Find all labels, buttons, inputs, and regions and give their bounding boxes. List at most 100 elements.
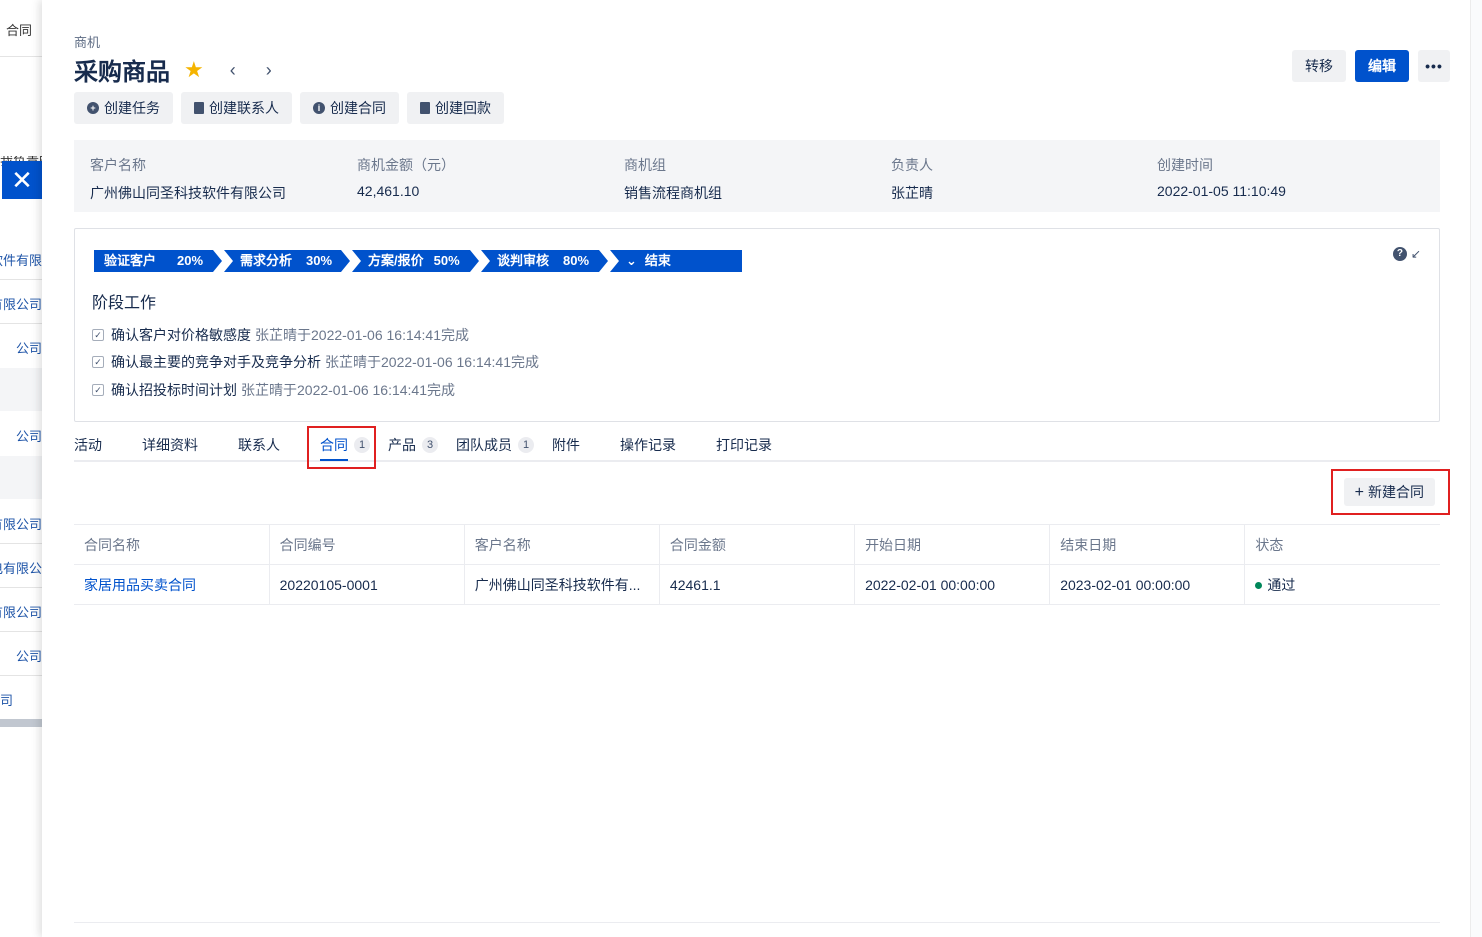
create-task-label: 创建任务 (104, 100, 160, 116)
task-meta: 张芷晴于2022-01-06 16:14:41完成 (255, 327, 469, 343)
background-row[interactable]: 电有限公 (0, 558, 42, 577)
tab-label: 详细资料 (142, 437, 198, 453)
stage-step[interactable]: 谈判审核 80% (481, 250, 608, 272)
star-icon[interactable]: ★ (184, 57, 204, 83)
column-header[interactable]: 状态 (1244, 524, 1440, 565)
summary-label: 创建时间 (1157, 157, 1213, 173)
tab-contacts[interactable]: 联系人 (238, 435, 280, 455)
quick-actions: + 创建任务 创建联系人 i 创建合同 创建回款 (74, 92, 512, 124)
contract-name-link[interactable]: 家居用品买卖合同 (74, 564, 270, 605)
status-badge: 通过 (1267, 576, 1296, 593)
background-row[interactable]: 公司 (16, 338, 42, 357)
summary-created: 创建时间 2022-01-05 11:10:49 (1157, 155, 1286, 199)
collapse-icon[interactable]: ↙ (1411, 247, 1421, 261)
tab-label: 产品 (388, 437, 416, 453)
customer-name: 广州佛山同圣科技软件有... (464, 564, 660, 605)
background-row[interactable]: 有限公司 (0, 602, 42, 621)
stage-step[interactable]: ⌄ 结束 (610, 250, 742, 272)
chevron-right-icon[interactable]: › (258, 59, 280, 81)
tab-count-badge: 1 (518, 437, 534, 453)
stage-step[interactable]: 需求分析 30% (224, 250, 350, 272)
column-header[interactable]: 合同名称 (74, 524, 270, 565)
title-row: 采购商品 ★ ‹ › (74, 52, 280, 87)
contract-name[interactable]: 家居用品买卖合同 (84, 577, 196, 593)
background-row-empty (0, 368, 42, 411)
tab-activity[interactable]: 活动 (74, 435, 102, 455)
background-row[interactable]: 公司 (16, 426, 42, 445)
highlight-box (307, 426, 376, 469)
divider (0, 543, 42, 544)
edit-button[interactable]: 编辑 (1355, 50, 1409, 82)
task-checkbox[interactable]: ✓ (92, 356, 104, 368)
background-page: 合同 我负责的 ✕ 软件有限 有限公司 公司 公司 有限公司 电有限公 有限公司… (0, 0, 42, 937)
table-row[interactable]: 家居用品买卖合同 20220105-0001 广州佛山同圣科技软件有... 42… (74, 564, 1440, 605)
tab-attachments[interactable]: 附件 (552, 435, 580, 455)
background-row[interactable]: 有限公司 (0, 514, 42, 533)
column-header[interactable]: 结束日期 (1049, 524, 1246, 565)
create-payment-button[interactable]: 创建回款 (407, 92, 504, 124)
stage-name: 谈判审核 (497, 253, 550, 268)
background-row[interactable]: 有限公司 (0, 294, 42, 313)
stage-percent: 50% (433, 253, 460, 268)
task-meta: 张芷晴于2022-01-06 16:14:41完成 (241, 382, 455, 398)
tab-print-log[interactable]: 打印记录 (716, 435, 772, 455)
tab-count-badge: 3 (422, 437, 438, 453)
create-payment-label: 创建回款 (435, 100, 491, 116)
contract-amount: 42461.1 (659, 564, 856, 605)
column-header[interactable]: 客户名称 (464, 524, 660, 565)
tab-products[interactable]: 产品 3 (388, 435, 438, 455)
tab-team-members[interactable]: 团队成员 1 (456, 435, 534, 455)
horizontal-scrollbar[interactable] (0, 719, 42, 727)
background-row[interactable]: 软件有限 (0, 250, 42, 269)
chevron-left-icon[interactable]: ‹ (222, 59, 244, 81)
start-date: 2022-02-01 00:00:00 (854, 564, 1051, 605)
summary-panel: 客户名称 广州佛山同圣科技软件有限公司 商机金额（元） 42,461.10 商机… (74, 140, 1440, 212)
tab-details[interactable]: 详细资料 (142, 435, 198, 455)
column-header[interactable]: 合同金额 (659, 524, 856, 565)
tab-operation-log[interactable]: 操作记录 (620, 435, 676, 455)
stage-task: ✓ 确认客户对价格敏感度 张芷晴于2022-01-06 16:14:41完成 (92, 325, 469, 345)
summary-label: 负责人 (891, 157, 933, 173)
create-contact-button[interactable]: 创建联系人 (181, 92, 292, 124)
stage-step[interactable]: 验证客户 20% (94, 250, 222, 272)
help-icon[interactable]: ? (1392, 247, 1407, 261)
stage-tools: ? ↙ (1392, 247, 1421, 261)
summary-owner: 负责人 张芷晴 (891, 155, 933, 203)
task-text: 确认招投标时间计划 (111, 382, 237, 398)
stage-percent: 30% (306, 253, 333, 268)
close-icon[interactable]: ✕ (2, 161, 42, 199)
divider (74, 922, 1440, 923)
contracts-table: 合同名称 合同编号 客户名称 合同金额 开始日期 结束日期 状态 家居用品买卖合… (74, 524, 1440, 605)
create-task-button[interactable]: + 创建任务 (74, 92, 173, 124)
header-actions: 转移 编辑 ••• (1292, 50, 1450, 82)
task-checkbox[interactable]: ✓ (92, 329, 104, 341)
transfer-button[interactable]: 转移 (1292, 50, 1346, 82)
background-row-empty (0, 456, 42, 499)
task-checkbox[interactable]: ✓ (92, 384, 104, 396)
breadcrumb[interactable]: 商机 (74, 32, 100, 51)
background-row[interactable]: 公司 (16, 646, 42, 665)
summary-value: 2022-01-05 11:10:49 (1157, 183, 1286, 199)
create-contract-label: 创建合同 (330, 100, 386, 116)
more-button[interactable]: ••• (1418, 50, 1450, 82)
stage-step[interactable]: 方案/报价 50% (352, 250, 479, 272)
status-dot-icon (1255, 582, 1263, 590)
stage-task: ✓ 确认招投标时间计划 张芷晴于2022-01-06 16:14:41完成 (92, 380, 455, 400)
divider (0, 279, 42, 280)
opportunity-detail-drawer: 商机 采购商品 ★ ‹ › 转移 编辑 ••• + 创建任务 创建联系人 i 创… (42, 0, 1482, 937)
column-header[interactable]: 开始日期 (854, 524, 1051, 565)
clipboard-icon (420, 102, 430, 114)
stage-task: ✓ 确认最主要的竞争对手及竞争分析 张芷晴于2022-01-06 16:14:4… (92, 352, 539, 372)
status-cell: 通过 (1244, 564, 1440, 605)
summary-value: 销售流程商机组 (624, 185, 722, 201)
tab-label: 操作记录 (620, 437, 676, 453)
create-contract-button[interactable]: i 创建合同 (300, 92, 399, 124)
task-text: 确认客户对价格敏感度 (111, 327, 251, 343)
tab-label: 联系人 (238, 437, 280, 453)
detail-tabs: 活动 详细资料 联系人 合同 1 产品 3 团队成员 1 附件 操作记录 打印记录 (74, 426, 1440, 462)
highlight-box (1331, 469, 1450, 515)
tab-label: 附件 (552, 437, 580, 453)
background-row[interactable]: 司 (0, 690, 13, 709)
stage-progress: 验证客户 20% 需求分析 30% 方案/报价 50% 谈判审核 80% ⌄ 结束 (94, 250, 744, 272)
column-header[interactable]: 合同编号 (269, 524, 465, 565)
